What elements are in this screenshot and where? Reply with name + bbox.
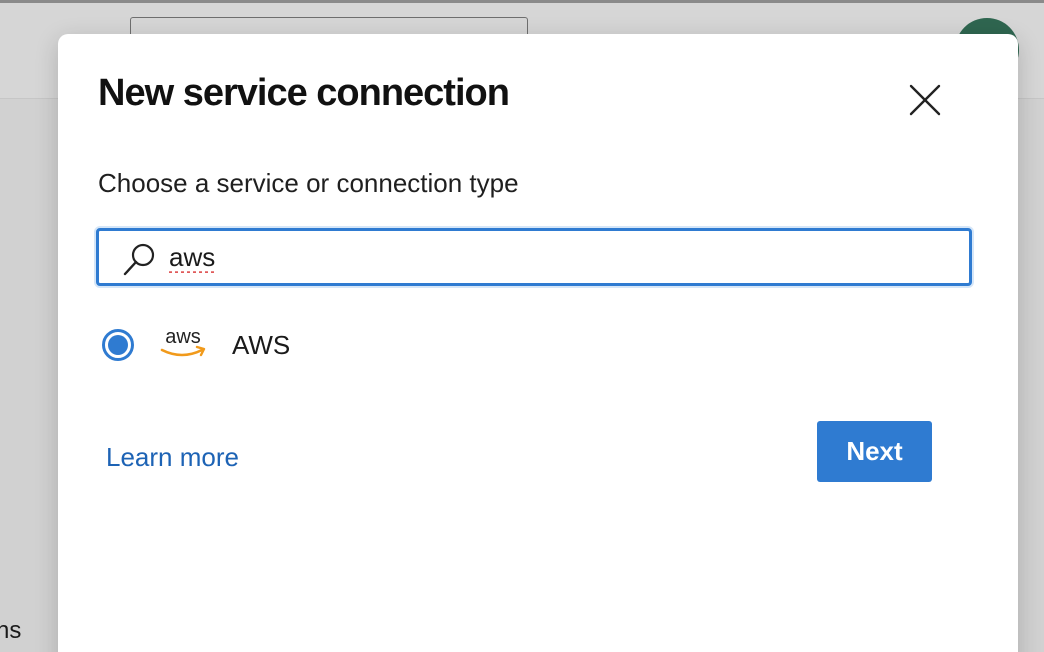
search-icon	[123, 243, 155, 276]
learn-more-link[interactable]: Learn more	[106, 440, 239, 474]
next-button[interactable]: Next	[817, 421, 932, 482]
new-service-connection-dialog: New service connection Choose a service …	[58, 34, 1018, 652]
connection-type-label: Choose a service or connection type	[98, 168, 519, 198]
close-icon	[909, 84, 941, 116]
aws-logo-icon: aws	[160, 326, 206, 357]
aws-option-label: AWS	[232, 329, 291, 360]
service-search-input[interactable]	[169, 238, 949, 276]
background-text-fragment: ns	[0, 617, 22, 644]
dialog-title: New service connection	[98, 72, 510, 114]
aws-radio-button[interactable]	[102, 329, 134, 361]
background-top-line	[0, 0, 1044, 3]
close-button[interactable]	[905, 80, 945, 120]
service-option-aws[interactable]: aws AWS	[102, 322, 502, 368]
aws-logo-text: aws	[165, 326, 201, 348]
radio-selected-dot	[108, 335, 128, 355]
service-search-box[interactable]	[96, 228, 972, 286]
